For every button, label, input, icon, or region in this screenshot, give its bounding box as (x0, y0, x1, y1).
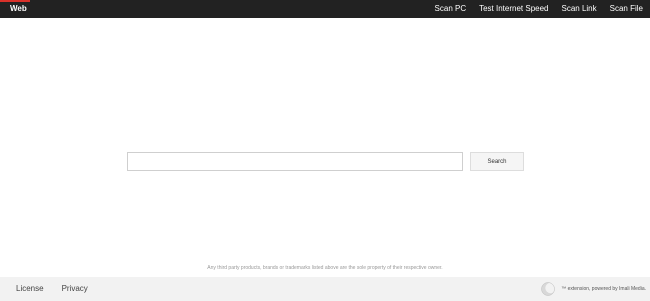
search-form: Search (127, 152, 524, 171)
powered-by-text: ™ extension, powered by Imali Media. (561, 286, 646, 292)
footer: License Privacy ™ extension, powered by … (0, 277, 650, 301)
trademark-disclaimer: Any third party products, brands or trad… (207, 265, 443, 271)
top-nav-links: Scan PC Test Internet Speed Scan Link Sc… (435, 3, 643, 15)
scan-pc-link[interactable]: Scan PC (435, 3, 467, 15)
privacy-link[interactable]: Privacy (62, 284, 88, 294)
tab-web[interactable]: Web (10, 3, 27, 15)
top-navigation-bar: Web Scan PC Test Internet Speed Scan Lin… (0, 0, 650, 18)
active-tab-indicator (0, 0, 30, 2)
test-internet-speed-link[interactable]: Test Internet Speed (479, 3, 548, 15)
footer-links: License Privacy (16, 284, 88, 294)
search-button[interactable]: Search (470, 152, 524, 171)
crescent-logo-icon (541, 282, 556, 296)
powered-by: ™ extension, powered by Imali Media. (540, 282, 646, 296)
license-link[interactable]: License (16, 284, 44, 294)
scan-link-link[interactable]: Scan Link (562, 3, 597, 15)
scan-file-link[interactable]: Scan File (610, 3, 643, 15)
search-input[interactable] (127, 152, 463, 171)
